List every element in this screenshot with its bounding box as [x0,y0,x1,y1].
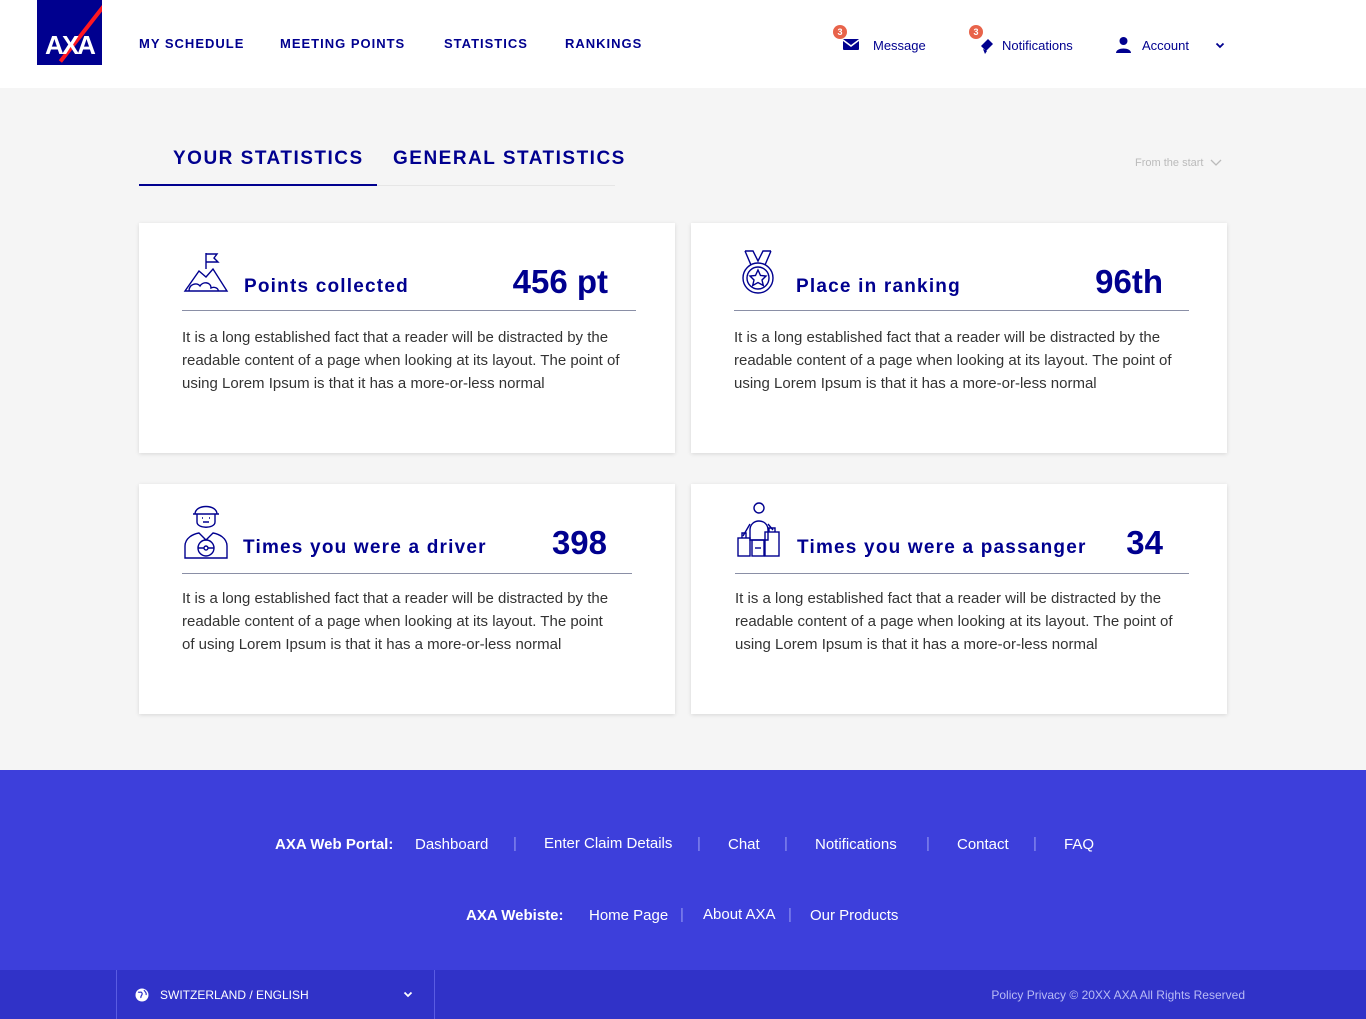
legal-text: Policy Privacy © 20XX AXA All Rights Res… [991,988,1245,1002]
tab-general-statistics[interactable]: GENERAL STATISTICS [393,148,626,170]
globe-icon [135,988,149,1001]
nav-statistics[interactable]: STATISTICS [444,36,528,51]
period-filter-value: From the start [1135,157,1204,169]
footer-link-home[interactable]: Home Page [589,907,668,924]
tab-your-statistics[interactable]: YOUR STATISTICS [173,148,364,170]
chevron-down-icon [1211,159,1222,166]
footer-link-faq[interactable]: FAQ [1064,836,1094,853]
stat-card-driver: Times you were a driver 398 It is a long… [139,484,675,714]
nav-my-schedule[interactable]: MY SCHEDULE [139,36,244,51]
stat-card-passenger: Times you were a passanger 34 It is a lo… [691,484,1227,714]
card-divider [182,573,632,574]
stat-card-ranking: Place in ranking 96th It is a long estab… [691,223,1227,453]
footer-separator: | [1033,835,1037,852]
axa-logo[interactable]: AXA [37,0,102,65]
card-title: Place in ranking [796,276,961,297]
footer-link-products[interactable]: Our Products [810,907,898,924]
stat-card-points: Points collected 456 pt It is a long est… [139,223,675,453]
top-header: AXA MY SCHEDULE MEETING POINTS STATISTIC… [0,0,1366,88]
card-title: Times you were a driver [243,537,487,558]
portal-label: AXA Web Portal: [275,836,394,853]
period-filter-dropdown[interactable]: From the start [1135,157,1222,169]
footer: AXA Web Portal: Dashboard | Enter Claim … [0,770,1366,970]
card-value: 398 [551,524,607,561]
account-label: Account [1142,37,1189,53]
user-icon [1115,36,1133,54]
message-link[interactable]: 3 Message [833,25,926,54]
bottom-bar: SWITZERLAND / ENGLISH Policy Privacy © 2… [0,970,1366,1019]
card-description: It is a long established fact that a rea… [182,329,620,392]
footer-separator: | [680,906,684,923]
account-menu[interactable]: Account [1115,36,1225,54]
card-title: Points collected [244,276,409,297]
footer-separator: | [513,835,517,852]
footer-link-notifications[interactable]: Notifications [815,836,897,853]
footer-separator: | [788,906,792,923]
chevron-down-icon [403,991,413,998]
medal-icon [735,249,781,295]
active-tab-indicator [139,184,377,186]
logo-text: AXA [45,30,96,60]
chevron-down-icon [1215,42,1225,48]
nav-meeting-points[interactable]: MEETING POINTS [280,36,405,51]
footer-separator: | [926,835,930,852]
footer-link-contact[interactable]: Contact [957,836,1009,853]
card-title: Times you were a passanger [797,537,1087,558]
footer-link-dashboard[interactable]: Dashboard [415,836,488,853]
driver-icon [183,500,229,559]
flag-mountain-icon [183,249,229,295]
card-value: 96th [1095,263,1163,300]
footer-link-enter-claim[interactable]: Enter Claim Details [544,835,672,852]
card-description: It is a long established fact that a rea… [734,329,1172,392]
language-selector[interactable]: SWITZERLAND / ENGLISH [116,970,435,1019]
card-description: It is a long established fact that a rea… [735,590,1173,653]
card-divider [182,310,636,311]
card-divider [735,573,1189,574]
language-value: SWITZERLAND / ENGLISH [160,987,309,1002]
footer-link-about[interactable]: About AXA [703,906,776,923]
footer-separator: | [784,835,788,852]
tab-divider [377,185,615,186]
website-label: AXA Webiste: [466,907,564,924]
message-badge: 3 [833,25,847,39]
message-label: Message [873,37,926,53]
nav-rankings[interactable]: RANKINGS [565,36,642,51]
mail-icon: 3 [833,25,860,54]
footer-separator: | [697,835,701,852]
notifications-link[interactable]: 3 Notifications [969,25,1073,54]
card-value: 456 pt [512,263,608,300]
notifications-badge: 3 [969,25,983,39]
card-divider [734,310,1189,311]
card-description: It is a long established fact that a rea… [182,590,609,653]
footer-link-chat[interactable]: Chat [728,836,760,853]
passenger-luggage-icon [735,500,781,557]
card-value: 34 [1126,524,1163,561]
bell-icon: 3 [969,25,996,54]
notifications-label: Notifications [1002,37,1073,53]
